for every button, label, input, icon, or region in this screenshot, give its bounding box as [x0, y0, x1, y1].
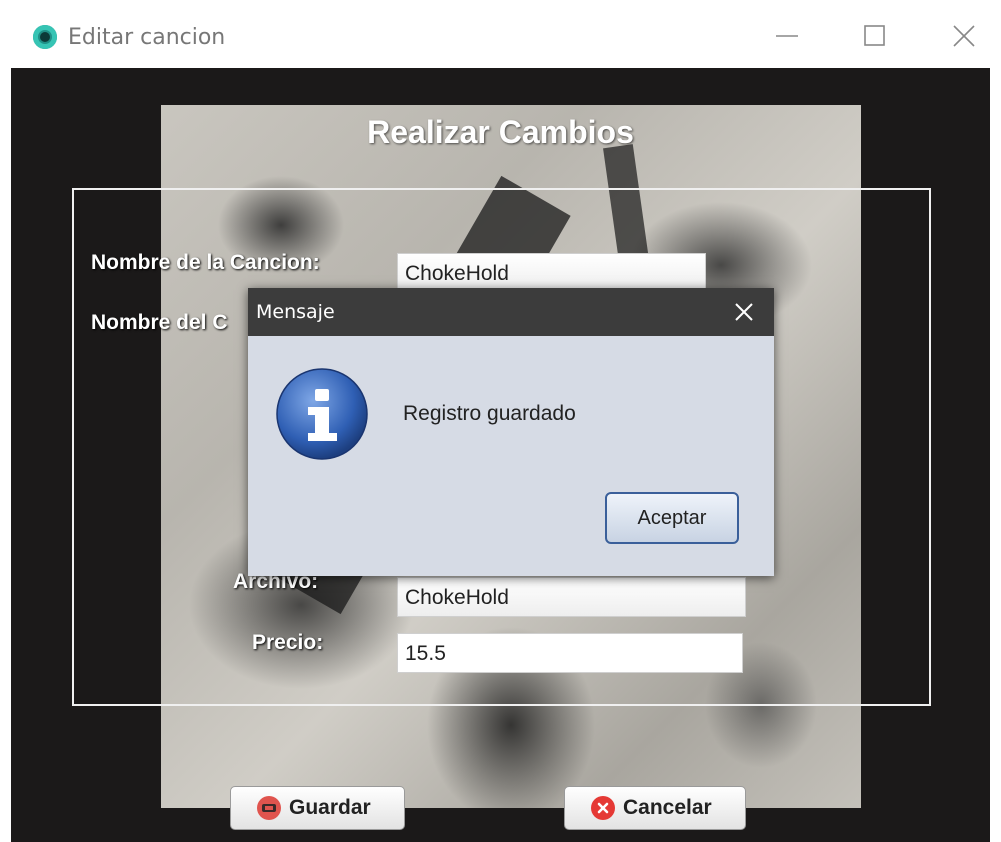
dialog-message: Registro guardado [403, 402, 576, 425]
file-field[interactable]: ChokeHold [397, 577, 746, 617]
price-label: Precio: [252, 631, 324, 654]
message-dialog: Mensaje Registro guardado Aceptar [248, 288, 774, 576]
close-icon [735, 303, 753, 321]
price-field[interactable]: 15.5 [397, 633, 743, 673]
maximize-icon [864, 25, 885, 46]
save-icon [257, 796, 281, 820]
window-titlebar: Editar cancion [0, 0, 1001, 68]
save-button[interactable]: Guardar [230, 786, 405, 830]
close-button[interactable] [944, 18, 984, 54]
dialog-close-button[interactable] [726, 296, 762, 328]
dialog-title: Mensaje [256, 301, 335, 323]
song-name-label: Nombre de la Cancion: [91, 251, 320, 274]
app-icon [33, 25, 57, 49]
cancel-button[interactable]: Cancelar [564, 786, 746, 830]
save-button-label: Guardar [289, 796, 371, 819]
dialog-titlebar: Mensaje [248, 288, 774, 336]
minimize-icon [776, 35, 798, 37]
song-name-field[interactable]: ChokeHold [397, 253, 706, 293]
form-title: Realizar Cambios [367, 114, 634, 150]
cancel-button-label: Cancelar [623, 796, 712, 819]
accept-button[interactable]: Aceptar [605, 492, 739, 544]
close-icon [953, 25, 975, 47]
cancel-icon [591, 796, 615, 820]
info-icon [276, 368, 368, 460]
artist-name-label: Nombre del C [91, 311, 228, 334]
minimize-button[interactable] [767, 18, 807, 54]
maximize-button[interactable] [854, 18, 894, 54]
window-title: Editar cancion [68, 25, 226, 50]
